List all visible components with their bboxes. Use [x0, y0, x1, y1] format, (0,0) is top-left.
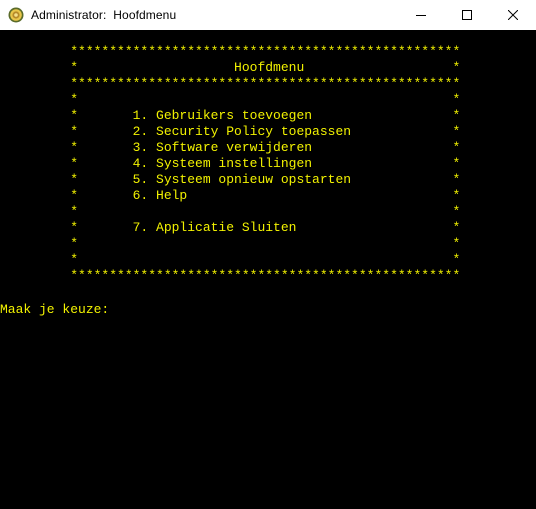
minimize-button[interactable] — [398, 0, 444, 30]
menu-blank-line: * * — [0, 252, 461, 267]
window-controls — [398, 0, 536, 30]
menu-option-1: * 1. Gebruikers toevoegen * — [0, 108, 461, 123]
menu-border-bottom: ****************************************… — [0, 268, 461, 283]
menu-blank-line: * * — [0, 92, 461, 107]
menu-option-3: * 3. Software verwijderen * — [0, 140, 461, 155]
menu-option-6: * 6. Help * — [0, 188, 461, 203]
menu-option-4: * 4. Systeem instellingen * — [0, 156, 461, 171]
menu-option-2: * 2. Security Policy toepassen * — [0, 124, 461, 139]
close-icon — [508, 10, 518, 20]
menu-blank-line: * * — [0, 204, 461, 219]
menu-option-7: * 7. Applicatie Sluiten * — [0, 220, 461, 235]
console-app-icon — [8, 7, 24, 23]
menu-option-5: * 5. Systeem opnieuw opstarten * — [0, 172, 461, 187]
maximize-button[interactable] — [444, 0, 490, 30]
minimize-icon — [416, 15, 426, 16]
console-window: Administrator: Hoofdmenu ***************… — [0, 0, 536, 509]
menu-title: * Hoofdmenu * — [0, 60, 461, 75]
title-bar[interactable]: Administrator: Hoofdmenu — [0, 0, 536, 30]
menu-border-top: ****************************************… — [0, 44, 461, 59]
choice-prompt[interactable]: Maak je keuze: — [0, 302, 109, 318]
menu-blank-line: * * — [0, 236, 461, 251]
window-title: Administrator: Hoofdmenu — [31, 8, 177, 22]
menu-border-header: ****************************************… — [0, 76, 461, 91]
close-button[interactable] — [490, 0, 536, 30]
console-output[interactable]: ****************************************… — [0, 30, 536, 509]
maximize-icon — [462, 10, 472, 20]
